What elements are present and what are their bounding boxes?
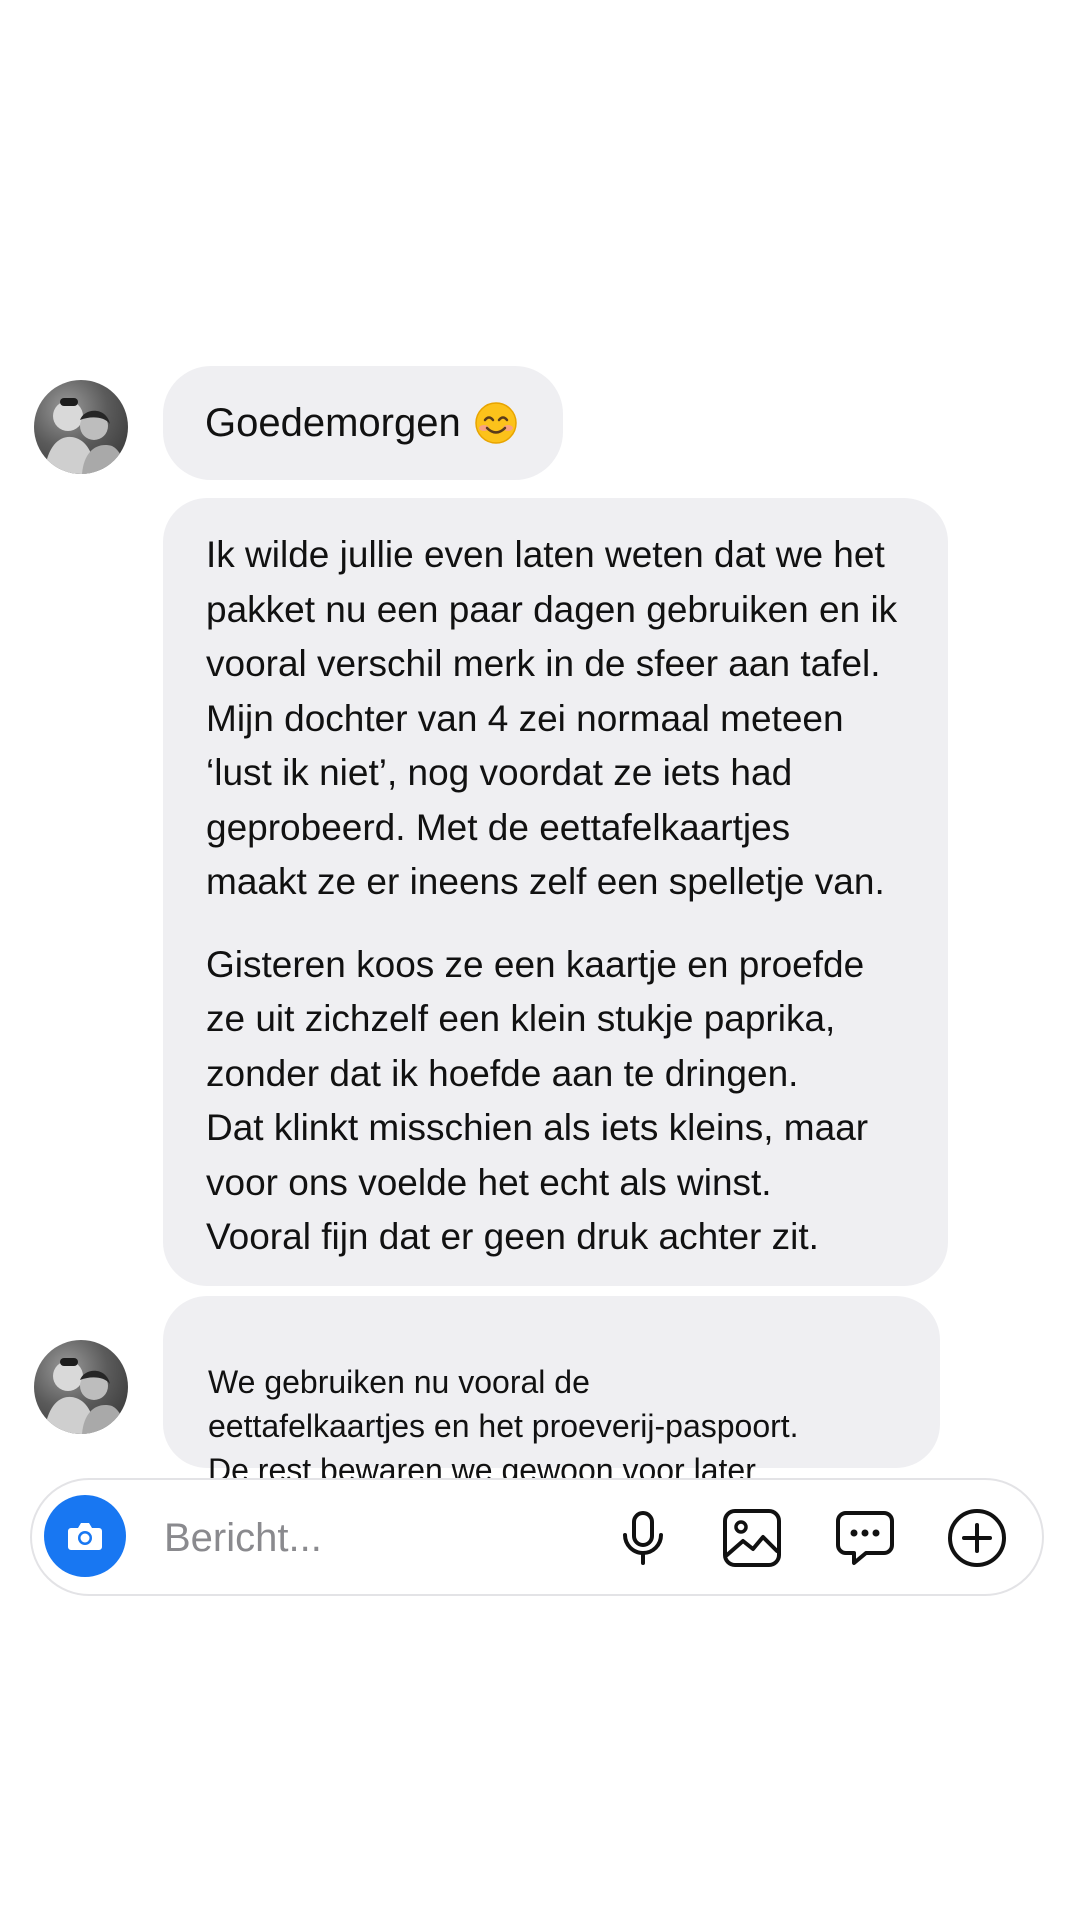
message-bubble-long[interactable]: Ik wilde jullie even laten weten dat we …	[163, 498, 948, 1286]
contact-avatar[interactable]	[34, 1340, 128, 1434]
camera-button[interactable]	[44, 1495, 126, 1577]
gallery-icon	[723, 1509, 781, 1567]
add-button[interactable]	[944, 1505, 1010, 1571]
smiling-face-emoji-icon	[474, 402, 517, 444]
microphone-button[interactable]	[610, 1505, 676, 1571]
chat-button[interactable]	[832, 1505, 898, 1571]
contact-avatar[interactable]	[34, 380, 128, 474]
message-bubble-greeting[interactable]: Goedemorgen	[163, 366, 563, 480]
avatar-photo	[44, 1358, 126, 1434]
avatar-photo	[44, 398, 126, 474]
add-circle-icon	[948, 1509, 1006, 1567]
camera-icon	[68, 1523, 102, 1550]
message-paragraph: Ik wilde jullie even laten weten dat we …	[206, 534, 898, 902]
message-text: Goedemorgen	[205, 400, 461, 445]
microphone-icon	[623, 1511, 663, 1565]
message-text: We gebruiken nu vooral de eettafelkaartj…	[208, 1364, 799, 1488]
message-bubble-last[interactable]: We gebruiken nu vooral de eettafelkaartj…	[163, 1296, 940, 1488]
message-composer	[30, 1478, 1044, 1596]
message-paragraph: Gisteren koos ze een kaartje en proefde …	[206, 943, 869, 1258]
gallery-button[interactable]	[719, 1505, 785, 1571]
chat-bubble-icon	[836, 1511, 894, 1565]
message-input[interactable]	[162, 1500, 586, 1576]
